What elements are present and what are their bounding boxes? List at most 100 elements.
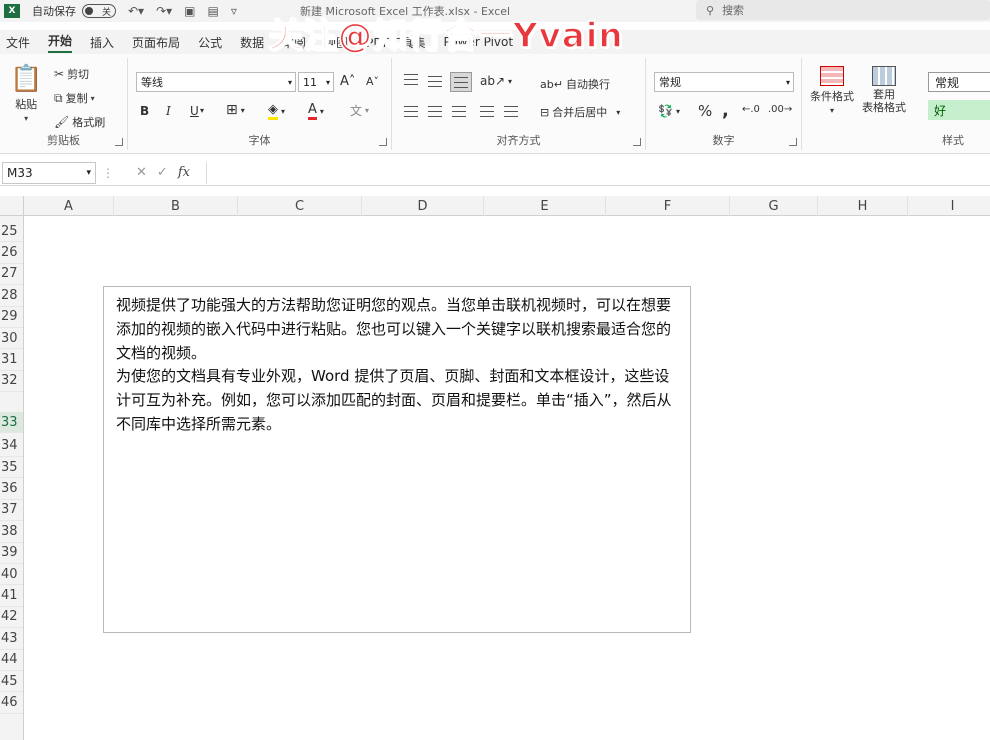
row-header[interactable]: 39 <box>0 543 23 564</box>
column-header[interactable]: E <box>484 196 606 216</box>
save-icon[interactable]: ▣ <box>184 4 195 18</box>
chevron-down-icon: ▾ <box>281 106 286 116</box>
row-header[interactable]: 35 <box>0 457 23 479</box>
align-center-icon <box>428 106 442 117</box>
row-header[interactable]: 26 <box>0 242 23 264</box>
text-box[interactable]: 视频提供了功能强大的方法帮助您证明您的观点。当您单击联机视频时，可以在想要添加的… <box>103 286 691 633</box>
more-options-icon[interactable]: ⋮ <box>102 166 114 180</box>
column-header[interactable]: H <box>818 196 908 216</box>
format-as-table-button[interactable]: 套用 表格格式 <box>862 66 906 114</box>
tab-file[interactable]: 文件 <box>6 34 30 51</box>
bold-button[interactable]: B <box>140 104 149 118</box>
row-header[interactable]: 36 <box>0 478 23 500</box>
alignment-launcher-icon[interactable] <box>633 138 641 146</box>
merge-center-button[interactable]: ⊟ 合并后居中 ▾ <box>540 104 620 120</box>
row-header[interactable]: 41 <box>0 585 23 607</box>
tab-data[interactable]: 数据 <box>240 34 264 51</box>
row-header[interactable]: 38 <box>0 521 23 543</box>
increase-font-button[interactable]: A˄ <box>340 74 355 89</box>
align-left-button[interactable] <box>404 106 418 117</box>
autosave-toggle[interactable]: 关 <box>82 4 116 18</box>
borders-button[interactable]: ⊞ ▾ <box>226 102 245 118</box>
format-painter-button[interactable]: 🖌 格式刷 <box>54 114 105 130</box>
column-header[interactable]: G <box>730 196 818 216</box>
wrap-text-button[interactable]: ab↵ 自动换行 <box>540 76 610 92</box>
currency-button[interactable]: 💱 ▾ <box>658 104 680 118</box>
customize-toolbar-icon[interactable]: ▿ <box>231 4 237 18</box>
copy-label: 复制 <box>65 92 88 105</box>
style-normal[interactable]: 常规 <box>928 72 990 92</box>
formula-input[interactable] <box>206 161 988 184</box>
align-bottom-button[interactable] <box>450 72 472 92</box>
number-launcher-icon[interactable] <box>789 138 797 146</box>
font-size-select[interactable]: 11 ▾ <box>298 72 334 92</box>
comma-button[interactable]: , <box>722 100 729 121</box>
row-header[interactable]: 31 <box>0 349 23 371</box>
column-header[interactable]: F <box>606 196 730 216</box>
clipboard-launcher-icon[interactable] <box>115 138 123 146</box>
row-header[interactable]: 25 <box>0 221 23 243</box>
row-header[interactable]: 40 <box>0 564 23 586</box>
column-header[interactable]: B <box>114 196 238 216</box>
search-box[interactable]: ⚲ 搜索 <box>696 0 990 20</box>
formula-bar: M33 ▾ ⋮ ✕ ✓ fx <box>0 160 990 186</box>
row-header[interactable]: 29 <box>0 307 23 328</box>
number-format-select[interactable]: 常规 ▾ <box>654 72 794 92</box>
tab-home[interactable]: 开始 <box>48 32 73 53</box>
excel-icon: X <box>4 4 20 18</box>
italic-button[interactable]: I <box>166 104 171 118</box>
column-header[interactable]: C <box>238 196 362 216</box>
column-header[interactable]: I <box>908 196 990 216</box>
font-launcher-icon[interactable] <box>379 138 387 146</box>
row-header[interactable]: 34 <box>0 436 23 457</box>
paste-button[interactable]: 📋 粘贴 ▾ <box>10 64 42 123</box>
row-header[interactable]: 44 <box>0 650 23 671</box>
row-header[interactable]: 28 <box>0 285 23 307</box>
increase-indent-button[interactable] <box>504 106 518 117</box>
insert-function-button[interactable]: fx <box>178 165 190 180</box>
row-header[interactable]: 27 <box>0 264 23 286</box>
underline-dropdown[interactable]: ▾ <box>200 106 204 115</box>
copy-button[interactable]: ⧉ 复制 ▾ <box>54 90 95 106</box>
align-center-button[interactable] <box>428 106 442 117</box>
tab-insert[interactable]: 插入 <box>90 34 114 51</box>
font-color-button[interactable]: A ▾ <box>308 102 324 120</box>
column-header[interactable]: A <box>24 196 114 216</box>
row-header[interactable]: 32 <box>0 371 23 393</box>
redo-icon[interactable]: ↷▾ <box>156 4 172 18</box>
increase-decimal-button[interactable]: ←.0 <box>742 104 760 115</box>
select-all-corner[interactable] <box>0 196 24 216</box>
underline-button[interactable]: U <box>190 104 199 118</box>
orientation-button[interactable]: ab↗ ▾ <box>480 74 512 88</box>
align-top-button[interactable] <box>404 74 418 85</box>
decrease-indent-button[interactable] <box>480 106 494 117</box>
row-header[interactable]: 42 <box>0 607 23 629</box>
name-box[interactable]: M33 ▾ <box>2 161 96 184</box>
name-box-value: M33 <box>7 165 33 180</box>
font-name-select[interactable]: 等线 ▾ <box>136 72 296 92</box>
decrease-font-button[interactable]: A˅ <box>366 75 379 88</box>
row-header[interactable]: 46 <box>0 692 23 714</box>
phonetic-button[interactable]: 文 ▾ <box>350 102 369 119</box>
column-header[interactable]: D <box>362 196 484 216</box>
align-right-button[interactable] <box>452 106 466 117</box>
row-header[interactable]: 30 <box>0 328 23 350</box>
row-header[interactable]: 45 <box>0 671 23 693</box>
decrease-decimal-button[interactable]: .00→ <box>768 104 792 115</box>
conditional-format-button[interactable]: 条件格式 ▾ <box>810 66 854 115</box>
check-icon[interactable]: ✓ <box>157 165 168 180</box>
row-header[interactable]: 37 <box>0 500 23 522</box>
cut-button[interactable]: ✂ 剪切 <box>54 66 89 82</box>
tab-page-layout[interactable]: 页面布局 <box>132 34 180 51</box>
undo-icon[interactable]: ↶▾ <box>128 4 144 18</box>
quick-access-icon[interactable]: ▤ <box>208 4 219 18</box>
tab-formulas[interactable]: 公式 <box>198 34 222 51</box>
percent-button[interactable]: % <box>698 102 712 120</box>
cancel-icon[interactable]: ✕ <box>136 165 147 180</box>
align-middle-button[interactable] <box>428 76 442 87</box>
clipboard-group-label: 剪贴板 <box>47 134 80 147</box>
row-header[interactable]: 43 <box>0 628 23 650</box>
fill-color-button[interactable]: ◈ ▾ <box>268 102 285 120</box>
row-header-selected[interactable]: 33 <box>0 412 23 434</box>
style-good[interactable]: 好 <box>928 100 990 120</box>
